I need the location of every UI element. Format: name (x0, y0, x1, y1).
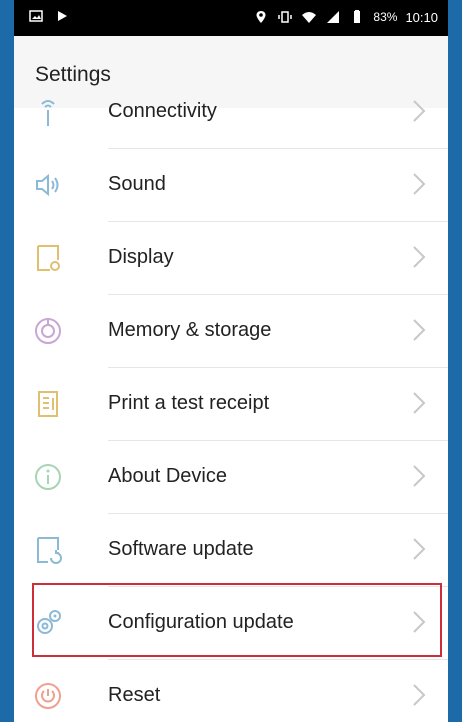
clock: 10:10 (405, 9, 438, 25)
settings-item-label: Sound (108, 173, 166, 195)
settings-item-label: About Device (108, 465, 227, 487)
settings-item-sound[interactable]: Sound (14, 149, 448, 222)
chevron-right-icon (413, 392, 426, 414)
chevron-right-icon (413, 246, 426, 268)
signal-icon (327, 11, 340, 23)
settings-item-label: Memory & storage (108, 319, 272, 341)
battery-icon (354, 10, 361, 23)
receipt-icon (38, 391, 58, 417)
display-icon (37, 245, 60, 271)
software-update-icon (37, 537, 62, 564)
status-bar: 83% 10:10 (14, 0, 448, 36)
phone-screen: 83% 10:10 Settings Connectivity Sound Di… (14, 0, 448, 722)
chevron-right-icon (413, 538, 426, 560)
highlight-box (32, 583, 442, 657)
play-icon (58, 11, 67, 21)
gallery-icon (29, 10, 43, 22)
chevron-right-icon (413, 100, 426, 122)
connectivity-icon (41, 100, 55, 126)
settings-item-label: Software update (108, 538, 254, 560)
sound-icon (36, 173, 59, 197)
chevron-right-icon (413, 684, 426, 706)
info-icon (35, 464, 61, 490)
settings-item-label: Display (108, 246, 174, 268)
wifi-icon (302, 12, 317, 23)
settings-item-reset[interactable]: Reset (14, 660, 448, 722)
settings-item-display[interactable]: Display (14, 222, 448, 295)
chevron-right-icon (413, 173, 426, 195)
settings-item-label: Print a test receipt (108, 392, 270, 414)
settings-item-label: Connectivity (108, 100, 217, 122)
settings-item-connectivity[interactable]: Connectivity (14, 76, 448, 149)
reset-power-icon (35, 683, 61, 709)
battery-percent: 83% (373, 10, 398, 24)
settings-item-about-device[interactable]: About Device (14, 441, 448, 514)
settings-item-label: Reset (108, 684, 161, 706)
chevron-right-icon (413, 465, 426, 487)
memory-storage-icon (35, 318, 61, 344)
vibrate-icon (278, 11, 293, 23)
settings-item-memory-storage[interactable]: Memory & storage (14, 295, 448, 368)
settings-item-print-test-receipt[interactable]: Print a test receipt (14, 368, 448, 441)
settings-item-software-update[interactable]: Software update (14, 514, 448, 587)
chevron-right-icon (413, 319, 426, 341)
location-icon (256, 11, 266, 23)
